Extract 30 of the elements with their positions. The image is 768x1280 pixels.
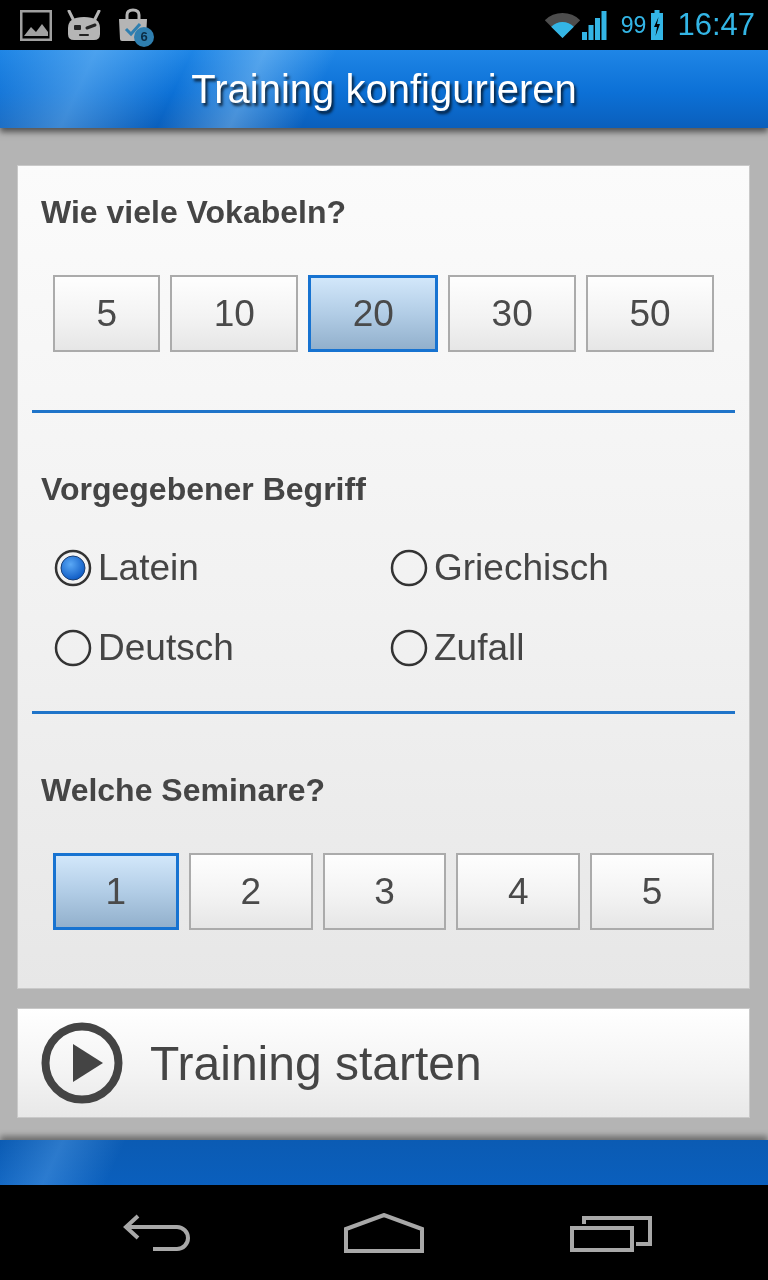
radio-option[interactable]: Zufall xyxy=(390,627,525,669)
option-button[interactable]: 10 xyxy=(170,275,299,352)
radio-option[interactable]: Latein xyxy=(54,547,199,589)
option-button[interactable]: 20 xyxy=(308,275,439,352)
radio-option[interactable]: Deutsch xyxy=(54,627,234,669)
notification-badge: 6 xyxy=(134,27,154,47)
option-button[interactable]: 30 xyxy=(448,275,577,352)
play-icon xyxy=(41,1022,123,1104)
section-heading: Welche Seminare? xyxy=(41,771,326,809)
option-button[interactable]: 1 xyxy=(53,853,179,930)
option-button[interactable]: 4 xyxy=(456,853,581,930)
recent-apps-icon[interactable] xyxy=(569,1213,652,1252)
screen-title: Training konfigurieren xyxy=(191,66,577,113)
radio-option[interactable]: Griechisch xyxy=(390,547,609,589)
wifi-icon xyxy=(543,11,581,39)
clock-time: 16:47 xyxy=(677,7,755,43)
section-heading: Vorgegebener Begriff xyxy=(41,470,367,508)
start-training-button[interactable]: Training starten xyxy=(17,1008,750,1118)
battery-percentage: 99 xyxy=(620,11,647,40)
option-button[interactable]: 50 xyxy=(586,275,715,352)
section-heading: Wie viele Vokabeln? xyxy=(41,193,347,231)
option-button[interactable]: 3 xyxy=(322,853,447,930)
robot-head-icon xyxy=(66,9,102,41)
image-icon xyxy=(20,9,52,41)
option-button[interactable]: 5 xyxy=(53,275,161,352)
option-button[interactable]: 5 xyxy=(590,853,714,930)
home-icon[interactable] xyxy=(344,1212,424,1253)
signal-icon xyxy=(580,10,608,40)
back-icon[interactable] xyxy=(123,1213,192,1252)
option-button[interactable]: 2 xyxy=(188,853,313,930)
